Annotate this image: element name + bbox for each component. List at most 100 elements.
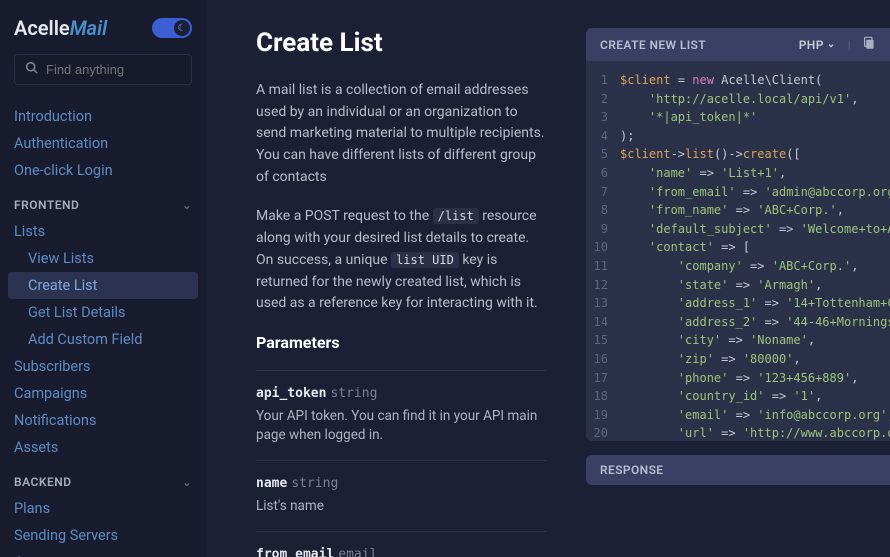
chevron-down-icon: ⌄ xyxy=(827,39,836,50)
code-line: 11 'company' => 'ABC+Corp.', xyxy=(586,257,890,276)
param-type: email xyxy=(338,547,377,557)
chevron-down-icon: ⌄ xyxy=(182,476,192,489)
nav-sub-link[interactable]: View Lists xyxy=(0,245,206,272)
line-number: 19 xyxy=(586,406,620,425)
line-number: 2 xyxy=(586,90,620,109)
code-line: 17 'phone' => '123+456+889', xyxy=(586,369,890,388)
section-frontend-label: FRONTEND xyxy=(14,198,79,212)
brand-part2: Mail xyxy=(70,16,107,40)
page-title: Create List xyxy=(256,28,546,58)
nav-link[interactable]: One-click Login xyxy=(0,157,206,184)
param-name: from_email xyxy=(256,547,334,557)
line-number: 17 xyxy=(586,369,620,388)
nav-link[interactable]: Plans xyxy=(0,495,206,522)
line-number: 3 xyxy=(586,108,620,127)
code-line: 13 'address_1' => '14+Tottenham+Cour xyxy=(586,294,890,313)
nav-link[interactable]: Notifications xyxy=(0,407,206,434)
inline-code-uid: list UID xyxy=(391,252,459,268)
code-line: 20 'url' => 'http://www.abccorp.org' xyxy=(586,424,890,441)
line-number: 4 xyxy=(586,127,620,146)
search-box[interactable] xyxy=(14,54,192,85)
line-number: 18 xyxy=(586,387,620,406)
code-line: 3 '*|api_token|*' xyxy=(586,108,890,127)
search-icon xyxy=(25,61,38,78)
logo-row: AcelleMail ☾ xyxy=(0,16,206,54)
param-type: string xyxy=(291,476,338,491)
line-number: 13 xyxy=(586,294,620,313)
nav-link[interactable]: Sending Servers xyxy=(0,522,206,549)
code-panel-request: CREATE NEW LIST PHP ⌄ | 1$client = new A… xyxy=(586,28,890,441)
nav-sub-link[interactable]: Add Custom Field xyxy=(0,326,206,353)
code-line: 18 'country_id' => '1', xyxy=(586,387,890,406)
code-panel-header: CREATE NEW LIST PHP ⌄ | xyxy=(586,28,890,61)
divider: | xyxy=(848,38,851,52)
code-line: 16 'zip' => '80000', xyxy=(586,350,890,369)
code-line: 1$client = new Acelle\Client( xyxy=(586,71,890,90)
line-number: 15 xyxy=(586,331,620,350)
nav-link[interactable]: Lists xyxy=(0,218,206,245)
main: Create List A mail list is a collection … xyxy=(206,0,890,557)
line-number: 8 xyxy=(586,201,620,220)
code-line: 9 'default_subject' => 'Welcome+to+ABC+ xyxy=(586,220,890,239)
nav-sub-link[interactable]: Create List xyxy=(8,272,198,299)
nav-link[interactable]: Campaigns xyxy=(0,380,206,407)
brand-part1: Acelle xyxy=(14,16,70,40)
param-name: name xyxy=(256,476,287,491)
chevron-down-icon: ⌄ xyxy=(182,199,192,212)
page-intro: A mail list is a collection of email add… xyxy=(256,80,546,188)
doc-column: Create List A mail list is a collection … xyxy=(256,28,546,557)
code-line: 2 'http://acelle.local/api/v1', xyxy=(586,90,890,109)
page-detail: Make a POST request to the /list resourc… xyxy=(256,206,546,314)
nav-link[interactable]: Authentication xyxy=(0,130,206,157)
line-number: 20 xyxy=(586,424,620,441)
code-line: 6 'name' => 'List+1', xyxy=(586,164,890,183)
nav-link[interactable]: Customers xyxy=(0,549,206,557)
code-line: 12 'state' => 'Armagh', xyxy=(586,276,890,295)
nav-sub-link[interactable]: Get List Details xyxy=(0,299,206,326)
line-number: 11 xyxy=(586,257,620,276)
code-panel-response: RESPONSE xyxy=(586,455,890,485)
brand-logo: AcelleMail xyxy=(14,16,107,40)
param-desc: Your API token. You can find it in your … xyxy=(256,407,546,446)
nav-link[interactable]: Assets xyxy=(0,434,206,461)
section-backend-label: BACKEND xyxy=(14,475,72,489)
line-number: 14 xyxy=(586,313,620,332)
param-desc: List's name xyxy=(256,497,546,517)
line-number: 6 xyxy=(586,164,620,183)
moon-icon: ☾ xyxy=(174,20,190,36)
copy-icon[interactable] xyxy=(863,36,876,53)
line-number: 7 xyxy=(586,183,620,202)
theme-toggle[interactable]: ☾ xyxy=(152,18,192,38)
response-panel-title: RESPONSE xyxy=(600,463,663,477)
sidebar: AcelleMail ☾ IntroductionAuthenticationO… xyxy=(0,0,206,557)
nav-link[interactable]: Introduction xyxy=(0,103,206,130)
section-backend[interactable]: BACKEND ⌄ xyxy=(0,461,206,495)
response-panel-header: RESPONSE xyxy=(586,455,890,485)
param-row: name string List's name xyxy=(256,460,546,531)
nav-link[interactable]: Subscribers xyxy=(0,353,206,380)
code-line: 10 'contact' => [ xyxy=(586,238,890,257)
line-number: 5 xyxy=(586,145,620,164)
section-frontend[interactable]: FRONTEND ⌄ xyxy=(0,184,206,218)
line-number: 12 xyxy=(586,276,620,295)
param-name: api_token xyxy=(256,386,326,401)
line-number: 1 xyxy=(586,71,620,90)
code-panel-title: CREATE NEW LIST xyxy=(600,38,706,52)
code-line: 5$client->list()->create([ xyxy=(586,145,890,164)
line-number: 10 xyxy=(586,238,620,257)
language-select[interactable]: PHP ⌄ xyxy=(799,38,836,52)
search-input[interactable] xyxy=(46,62,206,77)
code-line: 8 'from_name' => 'ABC+Corp.', xyxy=(586,201,890,220)
code-line: 19 'email' => 'info@abccorp.org', xyxy=(586,406,890,425)
params-heading: Parameters xyxy=(256,333,546,352)
code-line: 4); xyxy=(586,127,890,146)
code-line: 7 'from_email' => 'admin@abccorp.org', xyxy=(586,183,890,202)
param-row: from_emailemailDefault From email addres… xyxy=(256,531,546,557)
code-body[interactable]: 1$client = new Acelle\Client(2 'http://a… xyxy=(586,61,890,441)
line-number: 9 xyxy=(586,220,620,239)
param-row: api_token string Your API token. You can f… xyxy=(256,370,546,460)
inline-code-path: /list xyxy=(433,208,479,224)
param-type: string xyxy=(330,386,377,401)
code-line: 15 'city' => 'Noname', xyxy=(586,331,890,350)
line-number: 16 xyxy=(586,350,620,369)
